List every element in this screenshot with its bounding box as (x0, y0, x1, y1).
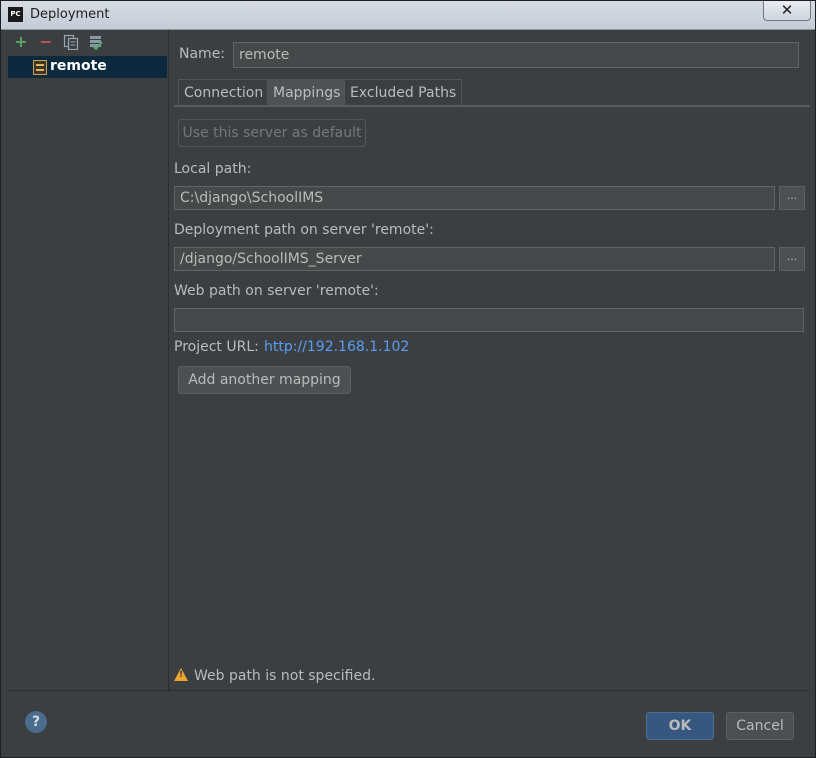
server-list-item-remote[interactable]: remote (8, 56, 167, 78)
web-path-input[interactable] (174, 308, 804, 332)
web-path-label: Web path on server 'remote': (174, 283, 379, 299)
local-path-browse-button[interactable]: ... (779, 186, 805, 210)
local-path-input[interactable]: C:\django\SchoolIMS (174, 186, 775, 210)
server-label: remote (50, 58, 107, 74)
local-path-label: Local path: (174, 161, 252, 177)
pycharm-app-icon: PC (8, 7, 23, 22)
warning-text: Web path is not specified. (194, 668, 376, 684)
use-as-default-button[interactable]: Use this server as default (178, 119, 366, 147)
name-label: Name: (179, 46, 226, 62)
deployment-dialog: PC Deployment ✕ + − remote Name: remote … (0, 0, 816, 758)
cancel-button[interactable]: Cancel (726, 712, 794, 740)
warning-icon-mark: ! (179, 670, 184, 680)
deployment-path-label: Deployment path on server 'remote': (174, 222, 434, 238)
window-title: Deployment (30, 7, 110, 22)
close-button[interactable]: ✕ (763, 1, 811, 21)
tab-excluded-paths[interactable]: Excluded Paths (344, 79, 463, 105)
add-another-mapping-button[interactable]: Add another mapping (178, 366, 351, 394)
server-icon (33, 60, 47, 75)
project-url-link[interactable]: http://192.168.1.102 (264, 339, 409, 355)
deployment-path-input[interactable]: /django/SchoolIMS_Server (174, 247, 775, 271)
server-list-panel: + − remote (8, 30, 169, 690)
default-server-icon[interactable] (88, 34, 104, 51)
help-button[interactable]: ? (25, 711, 47, 733)
plus-icon[interactable]: + (13, 34, 29, 50)
tab-divider (174, 105, 810, 107)
deployment-path-browse-button[interactable]: ... (779, 247, 805, 271)
tab-mappings[interactable]: Mappings (267, 79, 347, 105)
tab-connection[interactable]: Connection (178, 79, 270, 105)
copy-icon[interactable] (63, 34, 79, 51)
name-field[interactable]: remote (233, 42, 799, 68)
minus-icon[interactable]: − (38, 34, 54, 50)
project-url-label: Project URL: (174, 339, 259, 355)
footer-separator (8, 690, 810, 691)
title-bar: PC Deployment ✕ (1, 1, 815, 30)
ok-button[interactable]: OK (646, 712, 714, 740)
